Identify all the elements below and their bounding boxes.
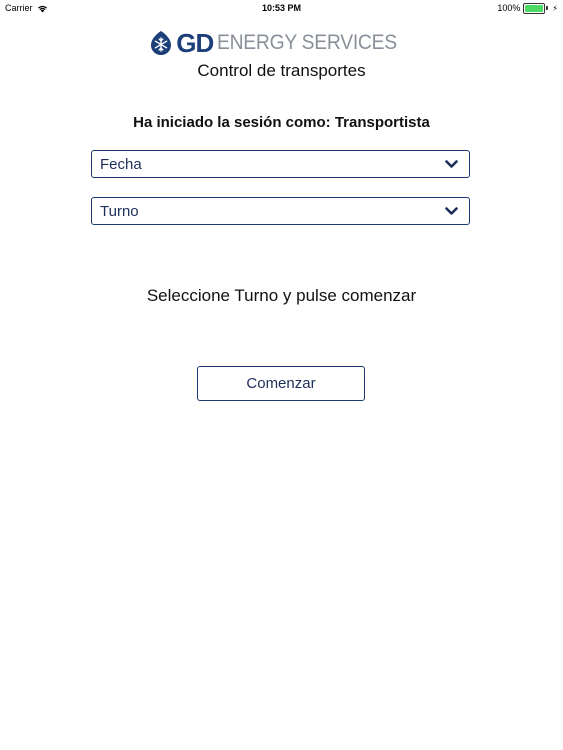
status-time: 10:53 PM xyxy=(261,3,302,13)
instruction-text: Seleccione Turno y pulse comenzar xyxy=(146,286,417,305)
battery-icon xyxy=(523,2,549,14)
date-select-value: Fecha xyxy=(100,156,142,173)
session-info: Ha iniciado la sesión como: Transportist… xyxy=(133,114,430,131)
start-button[interactable]: Comenzar xyxy=(197,366,365,401)
snowflake-logo-icon xyxy=(151,31,172,55)
status-bar: Carrier 10:53 PM 100% ⚡ xyxy=(0,0,563,16)
charging-icon: ⚡ xyxy=(552,3,558,13)
logo-brand-text: GD xyxy=(176,28,214,58)
app-title: Control de transportes xyxy=(197,61,366,80)
battery-percent: 100% xyxy=(497,3,521,13)
chevron-down-icon xyxy=(445,207,458,215)
logo-tagline-text: ENERGY SERVICES xyxy=(217,31,398,54)
chevron-down-icon xyxy=(445,160,458,168)
date-select[interactable]: Fecha xyxy=(91,150,470,178)
shift-select[interactable]: Turno xyxy=(91,197,470,225)
shift-select-value: Turno xyxy=(100,203,139,220)
status-right: 100% ⚡ xyxy=(497,0,558,16)
company-logo: GD ENERGY SERVICES xyxy=(0,28,563,58)
